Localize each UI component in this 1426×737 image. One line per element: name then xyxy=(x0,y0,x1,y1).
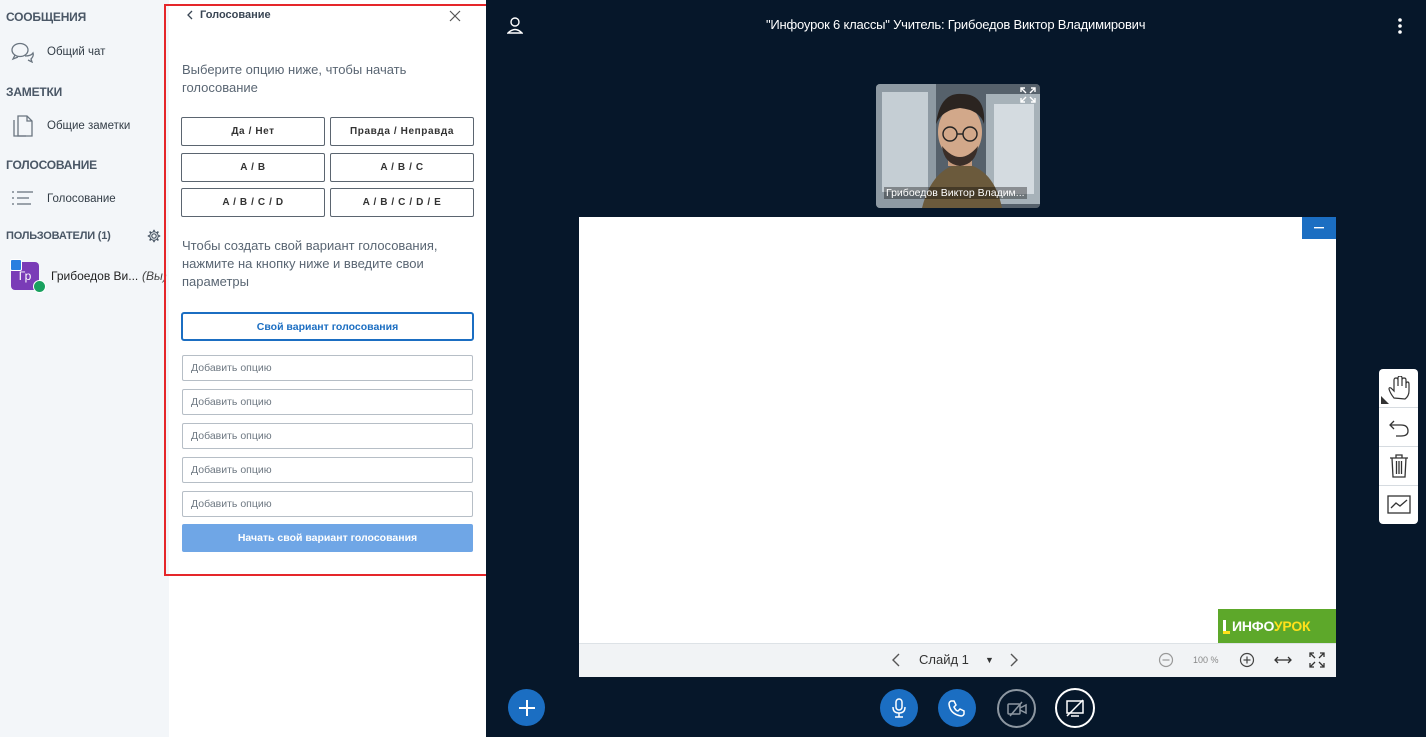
logo-text-part1: ИНФО xyxy=(1232,618,1274,634)
tool-corner-icon xyxy=(1381,396,1389,404)
undo-icon xyxy=(1388,420,1409,437)
poll-option-input[interactable] xyxy=(182,389,473,415)
start-custom-poll-button[interactable]: Начать свой вариант голосования xyxy=(182,524,473,552)
minimize-presentation-button[interactable] xyxy=(1302,217,1336,239)
clear-button[interactable] xyxy=(1379,447,1418,485)
mic-status-icon xyxy=(33,280,46,293)
video-off-icon xyxy=(1006,701,1027,716)
screen-share-off-icon xyxy=(1066,699,1084,717)
slide-selector[interactable]: Слайд 1 xyxy=(919,652,969,667)
messages-header: СООБЩЕНИЯ xyxy=(6,10,87,24)
fit-to-width-icon[interactable] xyxy=(1274,654,1292,666)
chat-icon xyxy=(10,39,36,65)
sidebar-item-label: Голосование xyxy=(47,193,116,205)
meeting-title: "Инфоурок 6 классы" Учитель: Грибоедов В… xyxy=(766,17,1146,32)
microphone-icon xyxy=(892,698,906,718)
leave-audio-button[interactable] xyxy=(938,689,976,727)
chevron-left-icon[interactable] xyxy=(889,652,903,668)
fullscreen-icon[interactable] xyxy=(1309,652,1325,668)
hand-icon xyxy=(1387,376,1410,400)
custom-poll-button[interactable]: Свой вариант голосования xyxy=(181,312,474,341)
poll-option-true-false[interactable]: Правда / Неправда xyxy=(330,117,474,146)
polling-header: ГОЛОСОВАНИЕ xyxy=(6,158,97,172)
poll-option-input[interactable] xyxy=(182,457,473,483)
poll-option-abc[interactable]: A / B / C xyxy=(330,153,474,182)
zoom-in-icon[interactable] xyxy=(1239,652,1255,668)
poll-intro-text: Выберите опцию ниже, чтобы начать голосо… xyxy=(182,62,407,95)
notes-header: ЗАМЕТКИ xyxy=(6,85,63,99)
mute-button[interactable] xyxy=(880,689,918,727)
poll-option-abcde[interactable]: A / B / C / D / E xyxy=(330,188,474,217)
minus-icon xyxy=(1314,227,1324,229)
notes-icon xyxy=(10,113,36,139)
plus-icon xyxy=(518,699,535,716)
poll-option-input[interactable] xyxy=(182,355,473,381)
poll-back-button[interactable]: Голосование xyxy=(186,9,271,21)
sidebar-item-label: Общие заметки xyxy=(47,120,131,132)
logo-mark-icon xyxy=(1223,620,1230,634)
phone-icon xyxy=(948,700,965,717)
sidebar-item-shared-notes[interactable]: Общие заметки xyxy=(0,111,169,141)
video-user-name: Грибоедов Виктор Владим... xyxy=(884,187,1027,199)
zoom-level: 100 % xyxy=(1193,655,1219,665)
chevron-right-icon[interactable] xyxy=(1007,652,1021,668)
custom-poll-hint: Чтобы создать свой вариант голосования, … xyxy=(182,238,438,289)
user-you-label: (Вы) xyxy=(142,269,167,283)
logo-text-part2: УРОК xyxy=(1273,618,1311,634)
zoom-out-icon[interactable] xyxy=(1158,652,1174,668)
user-name: Грибоедов Ви... xyxy=(51,269,139,283)
poll-title: Голосование xyxy=(200,9,271,21)
user-icon[interactable] xyxy=(507,16,523,34)
fullscreen-icon[interactable] xyxy=(1020,87,1036,103)
close-icon[interactable] xyxy=(448,9,462,23)
user-list-item[interactable]: Гр Грибоедов Ви... (Вы) xyxy=(0,258,169,293)
presentation-slide[interactable] xyxy=(579,217,1336,643)
poll-option-abcd[interactable]: A / B / C / D xyxy=(181,188,325,217)
sidebar-item-label: Общий чат xyxy=(47,46,106,58)
caret-down-icon[interactable]: ▼ xyxy=(985,655,994,665)
presenter-badge-icon xyxy=(10,259,22,271)
trash-icon xyxy=(1389,454,1408,478)
infourok-logo: ИНФОУРОК xyxy=(1218,609,1336,643)
poll-option-input[interactable] xyxy=(182,491,473,517)
chevron-left-icon xyxy=(187,10,193,20)
share-screen-button[interactable] xyxy=(1055,688,1095,728)
poll-option-input[interactable] xyxy=(182,423,473,449)
poll-option-ab[interactable]: A / B xyxy=(181,153,325,182)
gear-icon[interactable] xyxy=(147,229,161,243)
undo-button[interactable] xyxy=(1379,408,1418,446)
sidebar-item-polling[interactable]: Голосование xyxy=(0,184,169,214)
actions-plus-button[interactable] xyxy=(508,689,545,726)
share-webcam-button[interactable] xyxy=(997,689,1036,728)
list-icon xyxy=(10,186,36,212)
users-header: ПОЛЬЗОВАТЕЛИ (1) xyxy=(6,230,111,242)
multi-user-whiteboard-button[interactable] xyxy=(1379,486,1418,524)
more-options-icon[interactable] xyxy=(1396,17,1404,35)
sidebar-item-public-chat[interactable]: Общий чат xyxy=(0,37,169,67)
whiteboard-icon xyxy=(1386,495,1411,514)
poll-option-yes-no[interactable]: Да / Нет xyxy=(181,117,325,146)
